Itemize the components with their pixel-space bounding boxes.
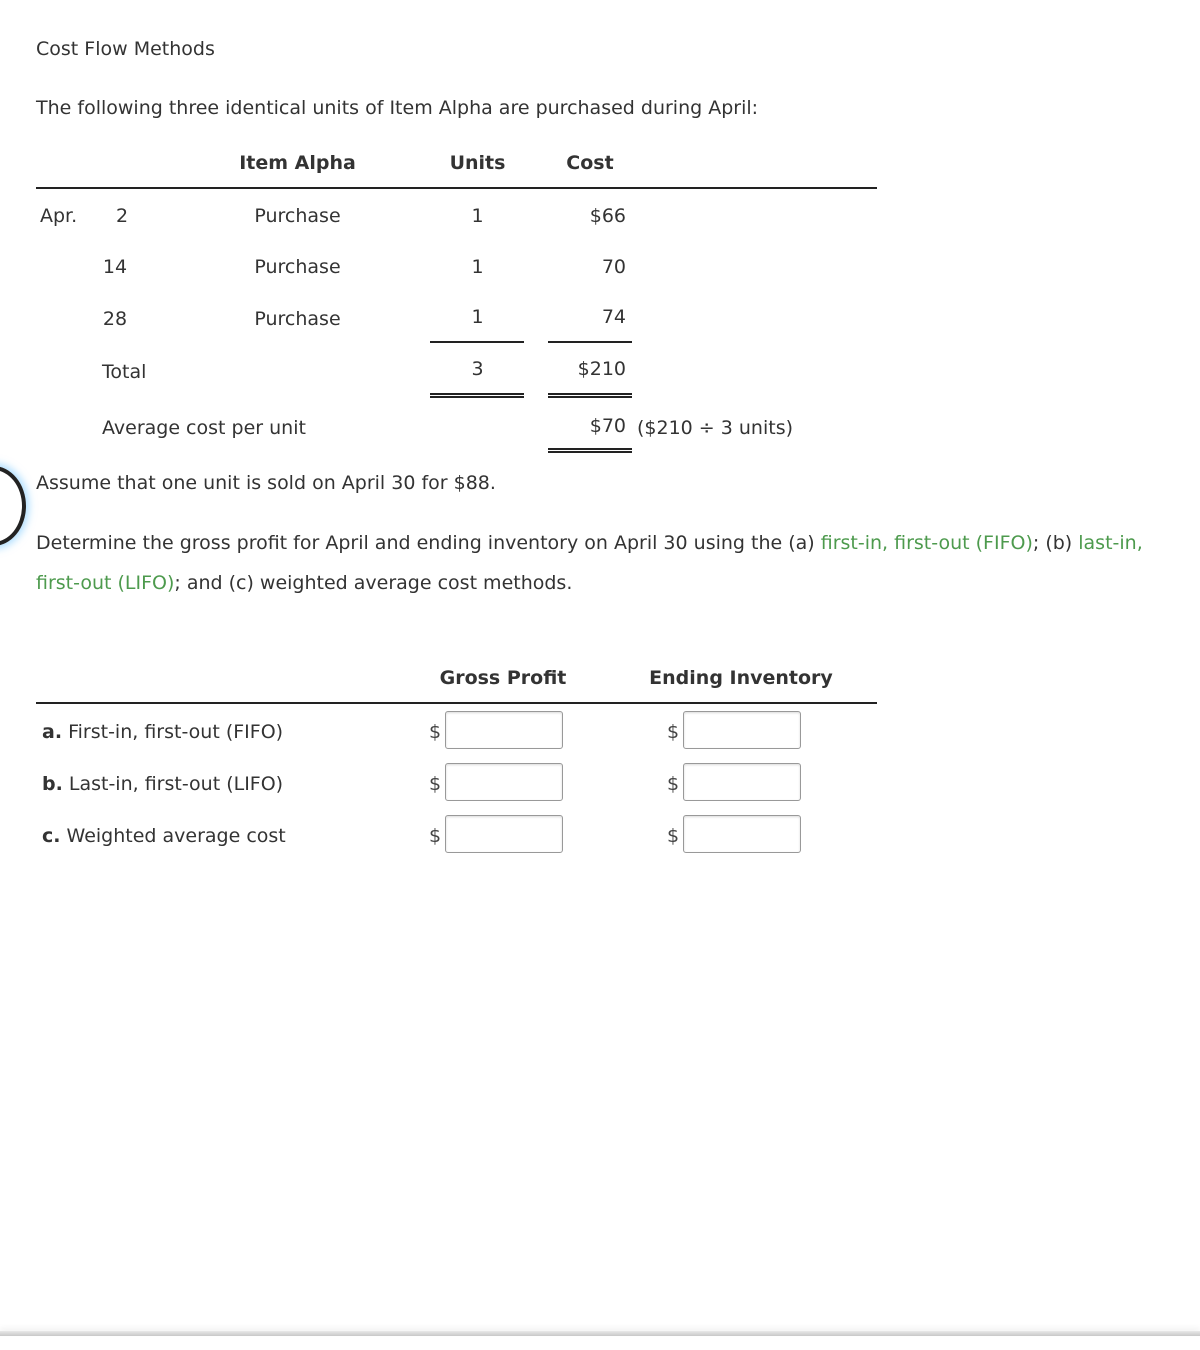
row-letter: b.	[42, 773, 63, 795]
question-part-1: Determine the gross profit for April and…	[36, 532, 821, 554]
total-label: Total	[102, 361, 147, 383]
average-double-rule	[548, 448, 632, 453]
fifo-link[interactable]: first-in, first-out (FIFO)	[821, 532, 1033, 554]
dollar-sign: $	[667, 721, 680, 743]
row-units: 1	[471, 306, 484, 328]
row-letter: a.	[42, 721, 63, 743]
row-day: 2	[115, 205, 129, 227]
row-text: Weighted average cost	[66, 825, 286, 847]
fifo-gross-profit-input[interactable]	[445, 711, 563, 749]
dollar-sign: $	[429, 773, 442, 795]
weighted-gross-profit-input[interactable]	[445, 815, 563, 853]
row-day: 28	[102, 308, 128, 330]
row-letter: c.	[42, 825, 61, 847]
dollar-sign: $	[429, 721, 442, 743]
focus-indicator	[0, 466, 26, 546]
header-gross-profit: Gross Profit	[439, 667, 567, 689]
header-units: Units	[449, 152, 506, 174]
row-text: Last-in, first-out (LIFO)	[68, 773, 284, 795]
answer-header-rule	[36, 702, 877, 704]
weighted-ending-inventory-input[interactable]	[683, 815, 801, 853]
assumption-text: Assume that one unit is sold on April 30…	[36, 472, 496, 494]
intro-text: The following three identical units of I…	[36, 97, 759, 119]
dollar-sign: $	[667, 773, 680, 795]
row-desc: Purchase	[254, 205, 341, 227]
page-title: Cost Flow Methods	[36, 38, 215, 60]
lifo-gross-profit-input[interactable]	[445, 763, 563, 801]
units-total-double-rule	[430, 393, 524, 398]
lifo-ending-inventory-input[interactable]	[683, 763, 801, 801]
row-units: 1	[471, 256, 484, 278]
header-cost: Cost	[566, 152, 614, 174]
header-item: Item Alpha	[239, 152, 356, 174]
header-ending-inventory: Ending Inventory	[649, 667, 833, 689]
question-text: Determine the gross profit for April and…	[36, 523, 1186, 603]
header-rule	[36, 187, 877, 189]
total-cost: $210	[577, 358, 626, 380]
row-label: b. Last-in, first-out (LIFO)	[42, 773, 283, 795]
question-part-2: ; (b)	[1032, 532, 1079, 554]
row-text: First-in, first-out (FIFO)	[68, 721, 284, 743]
units-subtotal-rule	[430, 341, 524, 343]
row-desc: Purchase	[254, 256, 341, 278]
dollar-sign: $	[667, 825, 680, 847]
fifo-ending-inventory-input[interactable]	[683, 711, 801, 749]
bottom-divider	[0, 1331, 1200, 1336]
row-label: a. First-in, first-out (FIFO)	[42, 721, 283, 743]
average-cost: $70	[589, 415, 626, 437]
total-units: 3	[471, 358, 484, 380]
row-cost: 70	[601, 256, 626, 278]
month-label: Apr.	[40, 205, 78, 227]
cost-subtotal-rule	[548, 341, 632, 343]
row-cost: $66	[589, 205, 626, 227]
row-units: 1	[471, 205, 484, 227]
row-label: c. Weighted average cost	[42, 825, 286, 847]
row-desc: Purchase	[254, 308, 341, 330]
cost-total-double-rule	[548, 393, 632, 398]
dollar-sign: $	[429, 825, 442, 847]
average-note: ($210 ÷ 3 units)	[637, 417, 794, 439]
question-part-3: ; and (c) weighted average cost methods.	[174, 572, 573, 594]
average-label: Average cost per unit	[102, 417, 306, 439]
row-cost: 74	[601, 306, 626, 328]
row-day: 14	[102, 256, 128, 278]
